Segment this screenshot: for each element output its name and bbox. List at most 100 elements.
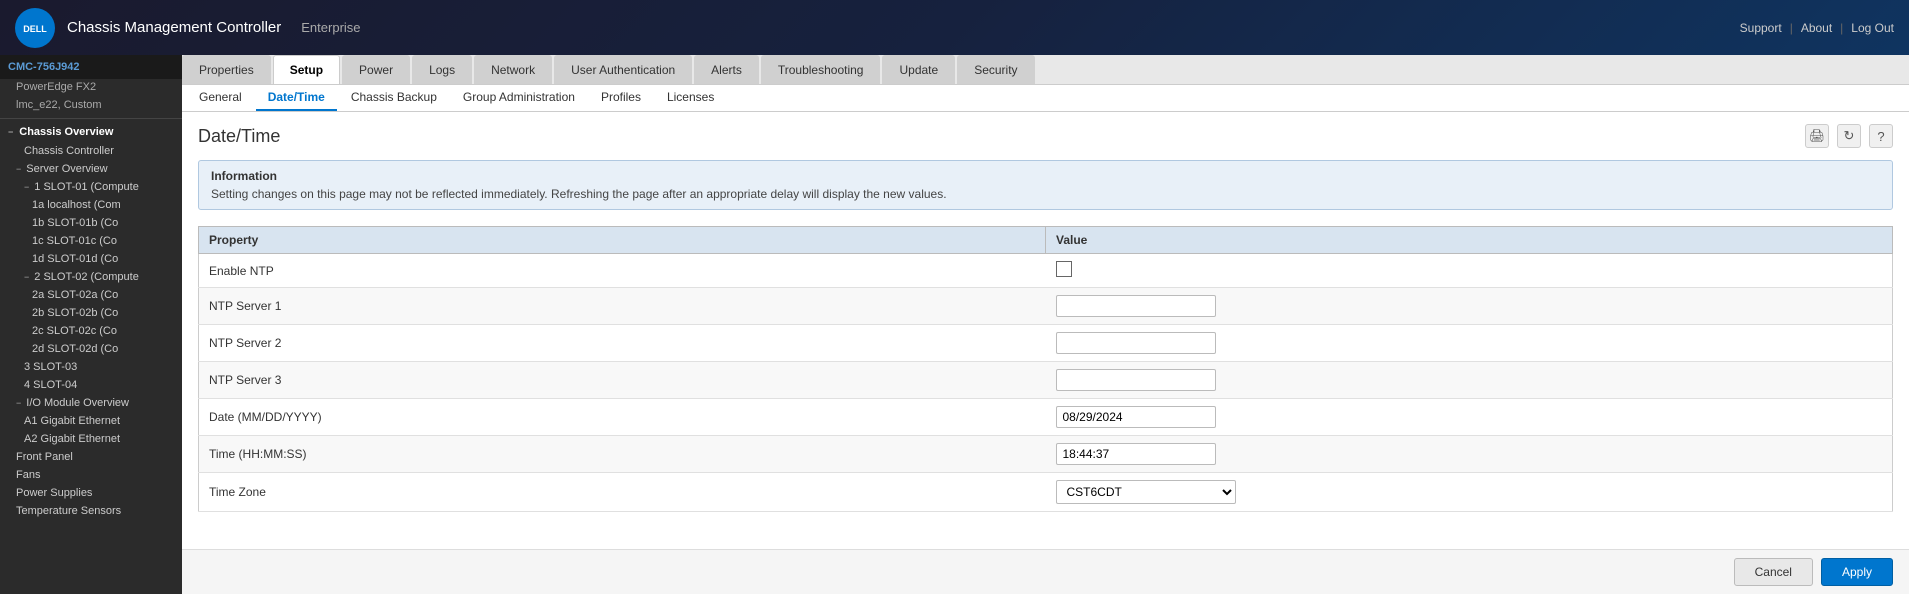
col-property: Property	[199, 227, 1046, 254]
collapse-icon-3: −	[24, 182, 29, 192]
table-row: Time Zone CST6CDT UTC EST5EDT MST7MDT PS…	[199, 473, 1893, 512]
logout-link[interactable]: Log Out	[1851, 21, 1894, 35]
apply-button[interactable]: Apply	[1821, 558, 1893, 586]
sidebar-item-server-overview[interactable]: − Server Overview	[0, 160, 182, 178]
about-link[interactable]: About	[1801, 21, 1832, 35]
tab-power[interactable]: Power	[342, 55, 410, 84]
table-row: NTP Server 3	[199, 362, 1893, 399]
ntp-server-2-input[interactable]	[1056, 332, 1216, 354]
sidebar-item-a2[interactable]: A2 Gigabit Ethernet	[0, 430, 182, 448]
refresh-button[interactable]: ↻	[1837, 124, 1861, 148]
sidebar-item-1c[interactable]: 1c SLOT-01c (Co	[0, 232, 182, 250]
value-ntp2	[1046, 325, 1893, 362]
tab-setup[interactable]: Setup	[273, 55, 340, 84]
subtab-chassis-backup[interactable]: Chassis Backup	[339, 85, 449, 111]
sidebar-item-slot03[interactable]: 3 SLOT-03	[0, 358, 182, 376]
sidebar-item-1d[interactable]: 1d SLOT-01d (Co	[0, 250, 182, 268]
app-title: Chassis Management Controller	[67, 19, 281, 36]
property-ntp1: NTP Server 1	[199, 288, 1046, 325]
collapse-icon-5: −	[16, 398, 21, 408]
sidebar-item-power-supplies[interactable]: Power Supplies	[0, 484, 182, 502]
page-title: Date/Time	[198, 126, 280, 147]
table-row: Date (MM/DD/YYYY)	[199, 399, 1893, 436]
sidebar-item-fans[interactable]: Fans	[0, 466, 182, 484]
table-row: NTP Server 1	[199, 288, 1893, 325]
cmc-id: CMC-756J942	[0, 55, 182, 79]
info-box-text: Setting changes on this page may not be …	[211, 187, 1880, 201]
sub-tabs: General Date/Time Chassis Backup Group A…	[182, 85, 1909, 112]
col-value: Value	[1046, 227, 1893, 254]
subtab-profiles[interactable]: Profiles	[589, 85, 653, 111]
help-button[interactable]: ?	[1869, 124, 1893, 148]
collapse-icon: −	[8, 127, 13, 137]
svg-text:DELL: DELL	[23, 24, 47, 34]
sidebar: CMC-756J942 PowerEdge FX2 lmc_e22, Custo…	[0, 55, 182, 594]
sidebar-item-2d[interactable]: 2d SLOT-02d (Co	[0, 340, 182, 358]
sidebar-item-1b[interactable]: 1b SLOT-01b (Co	[0, 214, 182, 232]
time-input[interactable]	[1056, 443, 1216, 465]
enable-ntp-checkbox[interactable]	[1056, 261, 1072, 277]
main-panel: Properties Setup Power Logs Network User…	[182, 55, 1909, 594]
property-ntp3: NTP Server 3	[199, 362, 1046, 399]
subtab-datetime[interactable]: Date/Time	[256, 85, 337, 111]
sidebar-item-slot01[interactable]: − 1 SLOT-01 (Compute	[0, 178, 182, 196]
subtab-general[interactable]: General	[187, 85, 254, 111]
property-ntp2: NTP Server 2	[199, 325, 1046, 362]
timezone-select[interactable]: CST6CDT UTC EST5EDT MST7MDT PST8PDT	[1056, 480, 1236, 504]
value-timezone: CST6CDT UTC EST5EDT MST7MDT PST8PDT	[1046, 473, 1893, 512]
collapse-icon-4: −	[24, 272, 29, 282]
collapse-icon-2: −	[16, 164, 21, 174]
dell-logo: DELL	[15, 8, 55, 48]
sidebar-item-2b[interactable]: 2b SLOT-02b (Co	[0, 304, 182, 322]
page-actions: 🖨 ↻ ?	[1805, 124, 1893, 148]
value-date	[1046, 399, 1893, 436]
property-time: Time (HH:MM:SS)	[199, 436, 1046, 473]
datetime-table: Property Value Enable NTP NTP Server 1	[198, 226, 1893, 512]
tab-security[interactable]: Security	[957, 55, 1034, 84]
tab-network[interactable]: Network	[474, 55, 552, 84]
property-timezone: Time Zone	[199, 473, 1046, 512]
table-row: Time (HH:MM:SS)	[199, 436, 1893, 473]
sidebar-item-io-overview[interactable]: − I/O Module Overview	[0, 394, 182, 412]
sidebar-item-2a[interactable]: 2a SLOT-02a (Co	[0, 286, 182, 304]
header-nav: Support | About | Log Out	[1740, 21, 1894, 35]
ntp-server-3-input[interactable]	[1056, 369, 1216, 391]
subtab-group-admin[interactable]: Group Administration	[451, 85, 587, 111]
sidebar-item-chassis-overview[interactable]: − Chassis Overview	[0, 122, 182, 142]
header: DELL Chassis Management Controller Enter…	[0, 0, 1909, 55]
cancel-button[interactable]: Cancel	[1734, 558, 1813, 586]
tab-logs[interactable]: Logs	[412, 55, 472, 84]
info-box-title: Information	[211, 169, 1880, 183]
tab-troubleshooting[interactable]: Troubleshooting	[761, 55, 881, 84]
date-input[interactable]	[1056, 406, 1216, 428]
sidebar-item-1a[interactable]: 1a localhost (Com	[0, 196, 182, 214]
sidebar-item-temp-sensors[interactable]: Temperature Sensors	[0, 502, 182, 520]
value-ntp3	[1046, 362, 1893, 399]
property-date: Date (MM/DD/YYYY)	[199, 399, 1046, 436]
sidebar-device: PowerEdge FX2	[0, 79, 182, 96]
table-row: Enable NTP	[199, 254, 1893, 288]
sidebar-item-front-panel[interactable]: Front Panel	[0, 448, 182, 466]
tab-update[interactable]: Update	[882, 55, 955, 84]
app-edition: Enterprise	[301, 20, 360, 35]
subtab-licenses[interactable]: Licenses	[655, 85, 726, 111]
footer-bar: Cancel Apply	[182, 549, 1909, 594]
table-row: NTP Server 2	[199, 325, 1893, 362]
sidebar-item-slot04[interactable]: 4 SLOT-04	[0, 376, 182, 394]
page-title-row: Date/Time 🖨 ↻ ?	[198, 124, 1893, 148]
content-area: Date/Time 🖨 ↻ ? Information Setting chan…	[182, 112, 1909, 549]
value-time	[1046, 436, 1893, 473]
info-box: Information Setting changes on this page…	[198, 160, 1893, 210]
sidebar-user: lmc_e22, Custom	[0, 96, 182, 115]
print-button[interactable]: 🖨	[1805, 124, 1829, 148]
sidebar-item-chassis-controller[interactable]: Chassis Controller	[0, 142, 182, 160]
sidebar-item-a1[interactable]: A1 Gigabit Ethernet	[0, 412, 182, 430]
tab-alerts[interactable]: Alerts	[694, 55, 759, 84]
sidebar-item-slot02[interactable]: − 2 SLOT-02 (Compute	[0, 268, 182, 286]
support-link[interactable]: Support	[1740, 21, 1782, 35]
tab-properties[interactable]: Properties	[182, 55, 271, 84]
sidebar-item-2c[interactable]: 2c SLOT-02c (Co	[0, 322, 182, 340]
tab-user-auth[interactable]: User Authentication	[554, 55, 692, 84]
ntp-server-1-input[interactable]	[1056, 295, 1216, 317]
nav-tabs: Properties Setup Power Logs Network User…	[182, 55, 1909, 85]
